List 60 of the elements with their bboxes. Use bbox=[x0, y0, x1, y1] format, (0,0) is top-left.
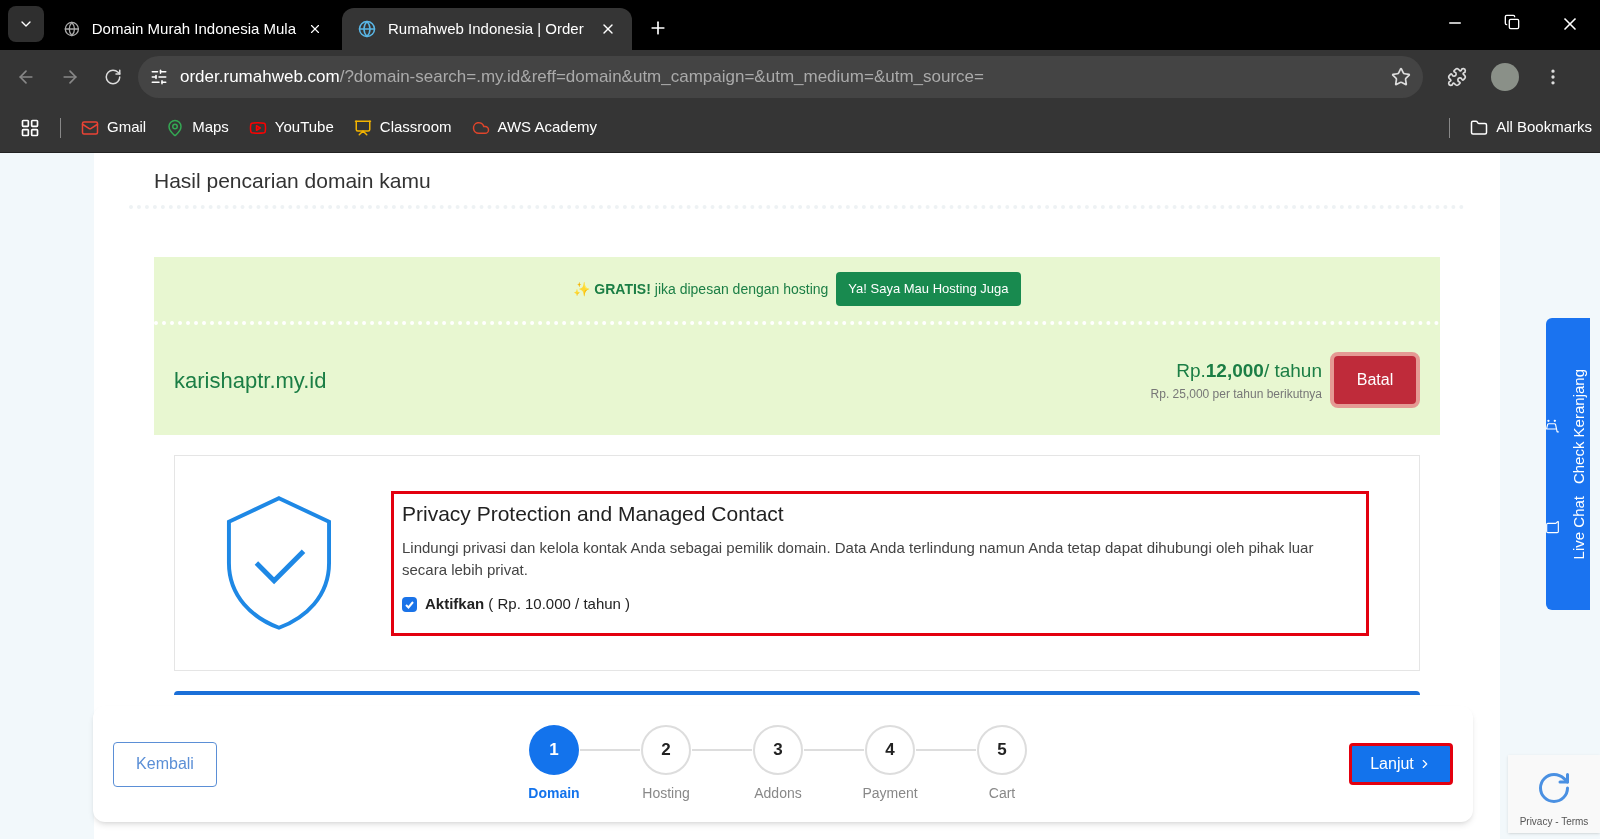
step[interactable]: 3 Addons bbox=[738, 724, 818, 804]
recaptcha-badge[interactable]: Privacy - Terms bbox=[1508, 755, 1600, 833]
board-icon bbox=[353, 118, 372, 137]
all-bookmarks-item[interactable]: All Bookmarks bbox=[1470, 116, 1592, 139]
recaptcha-links: Privacy - Terms bbox=[1519, 815, 1589, 829]
browser-tab[interactable]: Rumahweb Indonesia | Order bbox=[342, 8, 632, 50]
step-label: Cart bbox=[988, 783, 1016, 803]
globe-icon bbox=[358, 20, 376, 38]
step[interactable]: 1 Domain bbox=[514, 724, 594, 804]
tab-title: Domain Murah Indonesia Mula bbox=[91, 18, 296, 39]
shield-check-icon bbox=[225, 493, 333, 633]
renewal-price: Rp. 25,000 per tahun berikutnya bbox=[1150, 386, 1322, 404]
step[interactable]: 2 Hosting bbox=[626, 724, 706, 804]
extensions-icon[interactable] bbox=[1447, 66, 1467, 87]
step-label: Hosting bbox=[642, 783, 690, 803]
site-settings-icon[interactable] bbox=[150, 67, 168, 86]
domain-name: karishaptr.my.id bbox=[174, 366, 328, 395]
cancel-button[interactable]: Batal bbox=[1330, 352, 1420, 408]
step-label: Payment bbox=[862, 783, 918, 803]
privacy-description: Lindungi privasi dan kelola kontak Anda sebagai pemilik domain. Data Anda terlindung namun Anda tetap dapat dihubungi oleh pihak luar secara lebih privat. bbox=[401, 538, 1315, 580]
apps-icon[interactable] bbox=[20, 117, 40, 138]
reload-icon[interactable] bbox=[104, 67, 122, 86]
url-text: order.rumahweb.com/?domain-search=.my.id&reff=domain&utm_campaign=&utm_medium=&utm_source= bbox=[180, 65, 985, 88]
page-heading: Hasil pencarian domain kamu bbox=[154, 168, 432, 194]
step-number: 1 bbox=[529, 724, 579, 775]
next-button[interactable]: Lanjut bbox=[1349, 743, 1453, 785]
map-pin-icon bbox=[166, 118, 185, 137]
step-label: Domain bbox=[528, 783, 580, 803]
step-label: Addons bbox=[754, 783, 802, 803]
privacy-title: Privacy Protection and Managed Contact bbox=[401, 500, 785, 527]
promo-text: ✨ GRATIS! jika dipesan dengan hosting bbox=[573, 279, 829, 299]
cart-icon bbox=[1545, 419, 1560, 434]
globe-icon bbox=[64, 20, 80, 38]
bookmark-item[interactable]: YouTube bbox=[248, 116, 334, 139]
step[interactable]: 4 Payment bbox=[850, 724, 930, 804]
bookmark-item[interactable]: Classroom bbox=[353, 116, 452, 139]
step-number: 3 bbox=[753, 724, 803, 775]
star-icon[interactable] bbox=[1391, 66, 1411, 87]
step-number: 4 bbox=[865, 724, 915, 775]
bookmark-item[interactable]: Gmail bbox=[81, 116, 147, 139]
tab-title: Rumahweb Indonesia | Order bbox=[388, 18, 585, 39]
step-number: 2 bbox=[641, 724, 691, 775]
folder-icon bbox=[1470, 118, 1489, 137]
domain-price: Rp.12,000/ tahun bbox=[1176, 358, 1322, 383]
tab-list-button[interactable] bbox=[8, 6, 44, 42]
restore-icon[interactable] bbox=[1504, 14, 1520, 30]
chat-icon bbox=[1545, 520, 1560, 535]
mail-icon bbox=[81, 118, 99, 137]
avatar[interactable] bbox=[1491, 62, 1519, 91]
side-tab[interactable]: Check Keranjang bbox=[1545, 368, 1591, 484]
side-tab[interactable]: Live Chat bbox=[1545, 495, 1591, 560]
hosting-offer-button[interactable]: Ya! Saya Mau Hosting Juga bbox=[836, 272, 1021, 306]
activate-label: Aktifkan ( Rp. 10.000 / tahun ) bbox=[424, 594, 631, 614]
bookmark-item[interactable]: Maps bbox=[166, 116, 229, 139]
step-number: 5 bbox=[977, 724, 1027, 775]
step[interactable]: 5 Cart bbox=[962, 724, 1042, 804]
checkbox[interactable] bbox=[401, 596, 417, 612]
bookmark-item[interactable]: AWS Academy bbox=[471, 116, 597, 139]
address-bar[interactable]: order.rumahweb.com/?domain-search=.my.id&reff=domain&utm_campaign=&utm_medium=&utm_source= bbox=[138, 55, 1423, 98]
recaptcha-icon bbox=[1536, 770, 1572, 806]
